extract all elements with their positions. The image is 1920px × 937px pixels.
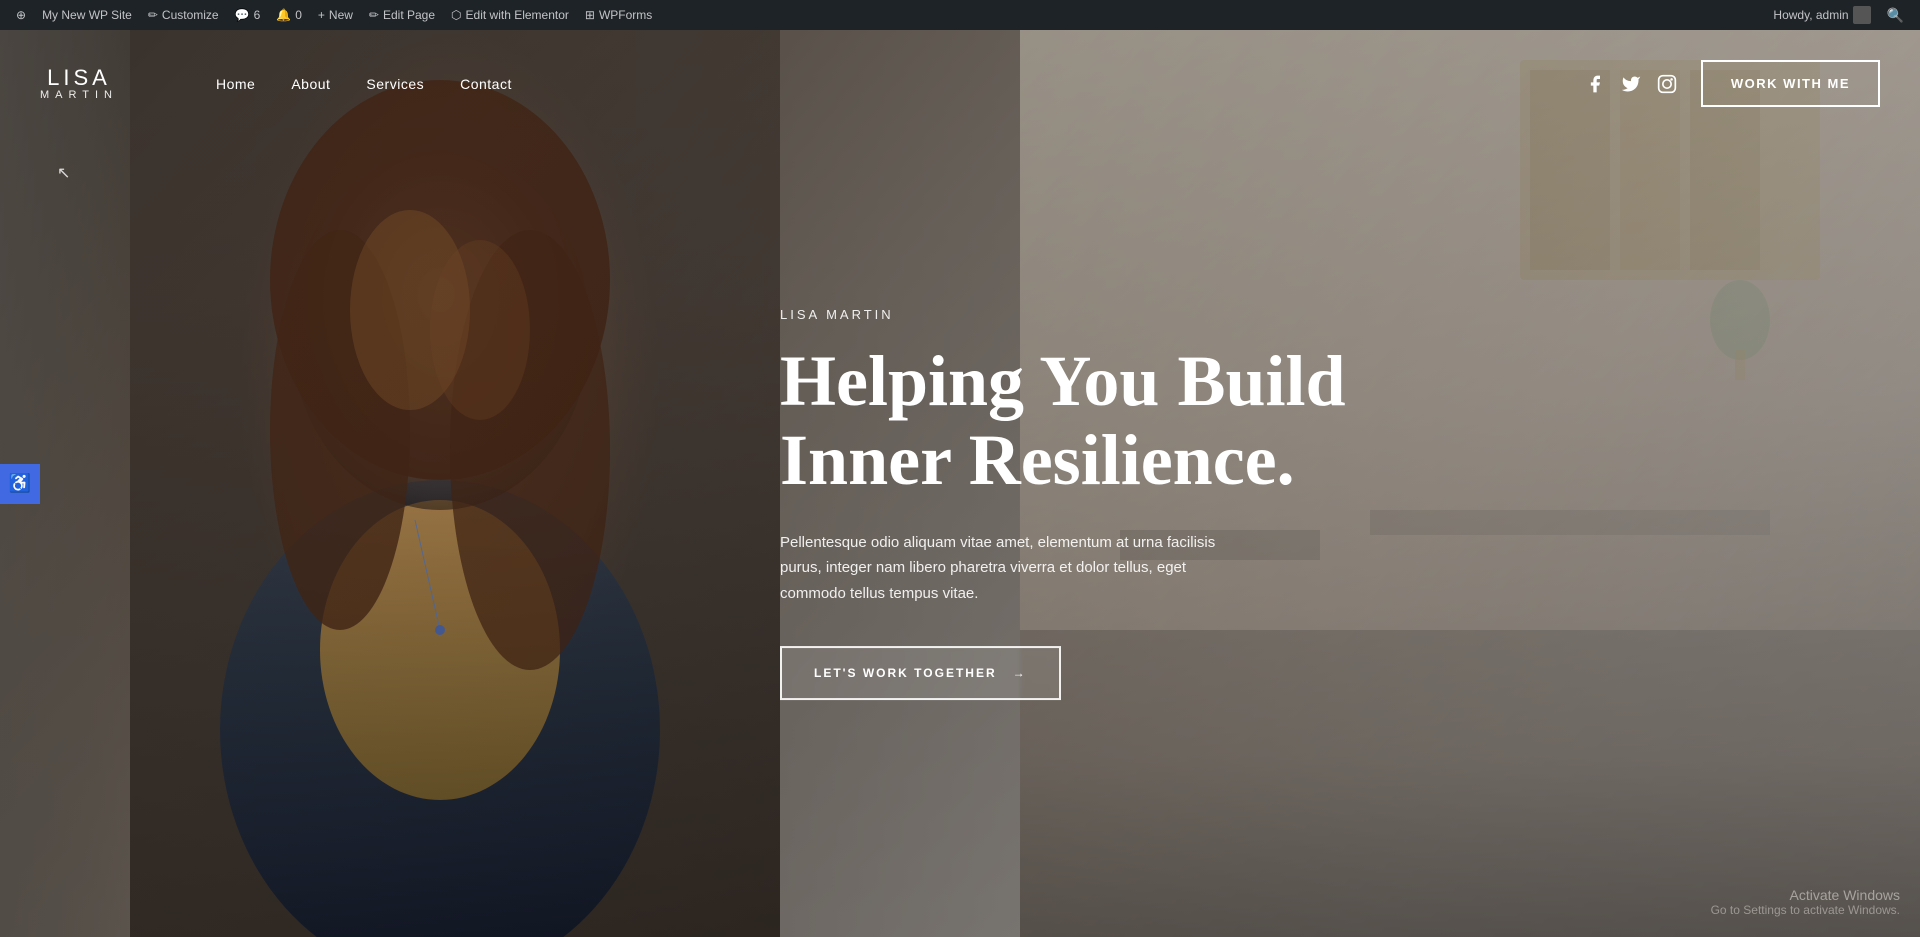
hero-subtext: Pellentesque odio aliquam vitae amet, el… bbox=[780, 530, 1230, 607]
nav-contact[interactable]: Contact bbox=[442, 76, 530, 92]
site-header: LISA MARTIN Home About Services Contact bbox=[0, 30, 1920, 137]
admin-pending[interactable]: 🔔 0 bbox=[268, 0, 310, 30]
nav-home[interactable]: Home bbox=[198, 76, 273, 92]
admin-comments[interactable]: 💬 6 bbox=[227, 0, 269, 30]
hero-content: LISA MARTIN Helping You Build Inner Resi… bbox=[780, 267, 1740, 701]
admin-howdy[interactable]: Howdy, admin bbox=[1765, 6, 1878, 24]
cta-label: LET'S WORK TOGETHER bbox=[814, 666, 997, 680]
windows-activate-subtitle: Go to Settings to activate Windows. bbox=[1711, 903, 1900, 917]
site-logo[interactable]: LISA MARTIN bbox=[40, 67, 118, 101]
hero-headline-line1: Helping You Build bbox=[780, 341, 1346, 421]
admin-edit-page[interactable]: ✏ Edit Page bbox=[361, 0, 443, 30]
twitter-icon[interactable] bbox=[1621, 74, 1641, 94]
logo-surname: MARTIN bbox=[40, 89, 118, 101]
elementor-icon: ⬡ bbox=[451, 8, 461, 22]
windows-activate-title: Activate Windows bbox=[1711, 887, 1900, 903]
accessibility-icon: ♿ bbox=[9, 473, 31, 494]
hero-headline-line2: Inner Resilience. bbox=[780, 420, 1295, 500]
instagram-icon[interactable] bbox=[1657, 74, 1677, 94]
hero-headline: Helping You Build Inner Resilience. bbox=[780, 342, 1740, 500]
cta-arrow-icon: → bbox=[1013, 666, 1027, 680]
site-name-text: My New WP Site bbox=[42, 8, 132, 22]
work-with-me-button[interactable]: WORK WITH ME bbox=[1701, 60, 1880, 107]
header-social bbox=[1585, 74, 1677, 94]
main-navigation: Home About Services Contact bbox=[198, 76, 1585, 92]
admin-wp-icon[interactable]: ⊕ bbox=[8, 0, 34, 30]
admin-customize[interactable]: ✏ Customize bbox=[140, 0, 227, 30]
customize-icon: ✏ bbox=[148, 8, 158, 22]
admin-bar: ⊕ My New WP Site ✏ Customize 💬 6 🔔 0 + N… bbox=[0, 0, 1920, 30]
site-wrapper: LISA MARTIN Home About Services Contact bbox=[0, 30, 1920, 937]
nav-services[interactable]: Services bbox=[348, 76, 442, 92]
new-icon: + bbox=[318, 8, 325, 22]
edit-icon: ✏ bbox=[369, 8, 379, 22]
admin-bar-right: Howdy, admin 🔍 bbox=[1765, 6, 1912, 24]
accessibility-button[interactable]: ♿ bbox=[0, 464, 40, 504]
admin-wpforms[interactable]: ⊞ WPForms bbox=[577, 0, 660, 30]
admin-search-button[interactable]: 🔍 bbox=[1879, 7, 1912, 24]
comments-icon: 💬 bbox=[235, 8, 250, 22]
hero-name-tag: LISA MARTIN bbox=[780, 307, 1740, 322]
person-svg bbox=[130, 30, 780, 937]
pending-icon: 🔔 bbox=[276, 8, 291, 22]
cta-button[interactable]: LET'S WORK TOGETHER → bbox=[780, 646, 1061, 700]
admin-avatar bbox=[1853, 6, 1871, 24]
admin-new[interactable]: + New bbox=[310, 0, 361, 30]
admin-elementor[interactable]: ⬡ Edit with Elementor bbox=[443, 0, 577, 30]
admin-site-name[interactable]: My New WP Site bbox=[34, 0, 140, 30]
hero-person-image bbox=[130, 30, 780, 937]
logo-name: LISA bbox=[40, 67, 118, 89]
wpforms-icon: ⊞ bbox=[585, 8, 595, 22]
wp-icon: ⊕ bbox=[16, 8, 26, 22]
nav-about[interactable]: About bbox=[273, 76, 348, 92]
facebook-icon[interactable] bbox=[1585, 74, 1605, 94]
windows-watermark: Activate Windows Go to Settings to activ… bbox=[1711, 887, 1900, 917]
